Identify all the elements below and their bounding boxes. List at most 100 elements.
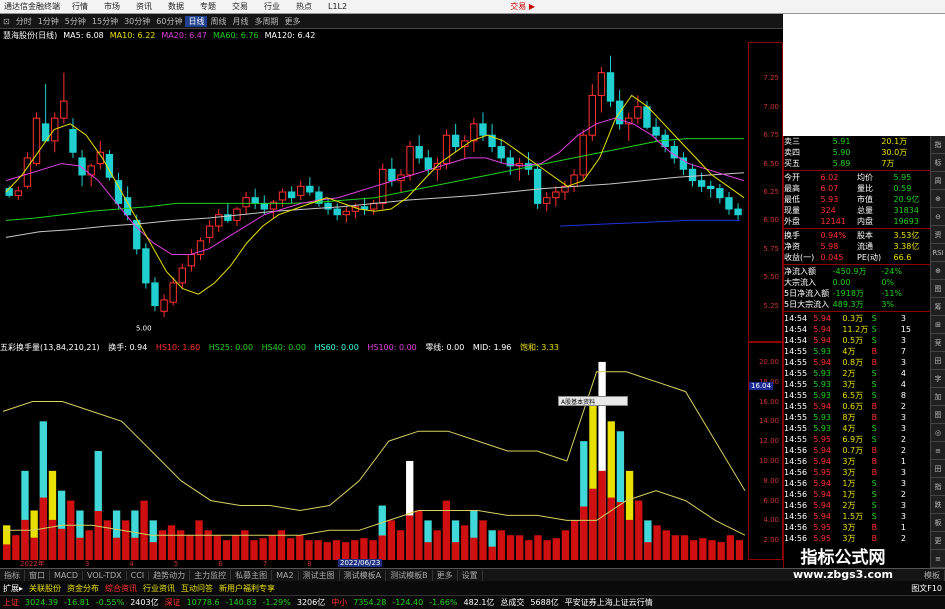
toolbar-tool-icon[interactable]: 资 bbox=[931, 226, 945, 244]
info-tab[interactable]: 综合资讯 bbox=[102, 583, 140, 594]
info-tab[interactable]: 扩展▸ bbox=[0, 583, 26, 594]
indicator-tab[interactable]: MA2 bbox=[272, 570, 299, 580]
menu-item[interactable]: 市场 bbox=[96, 1, 128, 12]
indicator-tab[interactable]: 模板 bbox=[920, 569, 945, 581]
ling-value: 零线: 0.00 bbox=[425, 343, 465, 352]
info-tab[interactable]: 互动问答 bbox=[178, 583, 216, 594]
menu-item[interactable]: 数据 bbox=[160, 1, 192, 12]
stat-row: 外盘 12141 内盘 19693 bbox=[784, 216, 930, 227]
info-tab[interactable]: 新用户福利专享 bbox=[216, 583, 278, 594]
period-tab[interactable]: 周线 bbox=[207, 16, 229, 27]
toolbar-tool-icon[interactable]: 田 bbox=[931, 460, 945, 478]
toolbar-tool-icon[interactable]: ◎ bbox=[931, 424, 945, 442]
menu-item[interactable]: 热点 bbox=[288, 1, 320, 12]
volume-bar-base bbox=[616, 502, 625, 560]
volume-bar-base bbox=[424, 542, 432, 560]
index-pct: -1.29% bbox=[262, 598, 291, 607]
toolbar-tool-icon[interactable]: 跌 bbox=[931, 496, 945, 514]
toolbar-tool-icon[interactable]: 加 bbox=[931, 388, 945, 406]
info-tab[interactable]: 行业资讯 bbox=[140, 583, 178, 594]
toolbar-tool-icon[interactable]: ⊕ bbox=[931, 262, 945, 280]
stat-row-cell: 66.6 bbox=[893, 253, 912, 262]
toolbar-tool-icon[interactable]: 指 bbox=[931, 478, 945, 496]
indicator-tab[interactable]: 指标 bbox=[0, 569, 25, 581]
toolbar-tool-icon[interactable]: 板 bbox=[931, 514, 945, 532]
toolbar-tool-icon[interactable]: ⊖ bbox=[931, 208, 945, 226]
toolbar-tool-icon[interactable]: 田 bbox=[931, 352, 945, 370]
tick-row-cell: 14:55 bbox=[784, 435, 808, 444]
tick-row-cell: 4万 bbox=[842, 347, 856, 356]
indicator-tab[interactable]: 测试模板A bbox=[340, 569, 387, 581]
indicator-tab[interactable]: 私募主图 bbox=[231, 569, 273, 581]
tick-row-cell: B bbox=[871, 413, 878, 422]
menu-item[interactable]: 交易 bbox=[224, 1, 256, 12]
period-tab-active[interactable]: 日线 bbox=[185, 15, 208, 27]
indicator-tab[interactable]: 趋势动力 bbox=[149, 569, 191, 581]
indicator-tab[interactable]: MACD bbox=[50, 570, 83, 580]
indicator-tab[interactable]: 设置 bbox=[458, 569, 483, 581]
stat-row-cell: 324 bbox=[820, 206, 836, 215]
menu-item[interactable]: 行情 bbox=[64, 1, 96, 12]
index-name[interactable]: 中小 bbox=[328, 597, 350, 608]
volume-bar bbox=[635, 500, 643, 560]
total-label: 总成交 bbox=[500, 598, 525, 607]
toolbar-tool-icon[interactable]: ≡ bbox=[931, 550, 945, 568]
period-tab[interactable]: 60分钟 bbox=[153, 16, 185, 27]
stock-info-popup[interactable]: A股基本资料 bbox=[558, 396, 628, 406]
date-label: 5 bbox=[173, 560, 179, 568]
period-tab[interactable]: 多周期 bbox=[251, 16, 281, 27]
menu-item[interactable]: 专题 bbox=[192, 1, 224, 12]
grid-icon[interactable]: ⊡ bbox=[0, 17, 13, 26]
indicator-tab[interactable]: 测试主图 bbox=[299, 569, 340, 581]
index-name[interactable]: 上证 bbox=[0, 597, 22, 608]
index-value: 7354.28 bbox=[353, 598, 387, 607]
tick-row-cell: 14:55 bbox=[784, 380, 808, 389]
tick-row-cell: S bbox=[871, 391, 877, 400]
period-tab[interactable]: 更多 bbox=[281, 16, 303, 27]
info-tab[interactable]: 关联股份 bbox=[26, 583, 64, 594]
indicator-tab[interactable]: 主力监控 bbox=[190, 569, 232, 581]
indicator-tab[interactable]: CCI bbox=[127, 570, 150, 580]
tick-row-cell: 14:56 bbox=[784, 523, 808, 532]
toolbar-tool-icon[interactable]: RSI bbox=[931, 244, 945, 262]
menu-item[interactable]: L1L2 bbox=[320, 2, 355, 11]
period-tab[interactable]: 1分钟 bbox=[35, 16, 62, 27]
candlestick-chart[interactable]: 5.00 bbox=[0, 42, 748, 342]
menu-item[interactable]: 资讯 bbox=[128, 1, 160, 12]
stat-row-cell: 19693 bbox=[893, 217, 919, 226]
index-name[interactable]: 深证 bbox=[162, 597, 184, 608]
toolbar-tool-icon[interactable]: 竞 bbox=[931, 334, 945, 352]
toolbar-tool-icon[interactable]: ≡ bbox=[931, 442, 945, 460]
toolbar-tool-icon[interactable]: ⊕ bbox=[931, 190, 945, 208]
toolbar-tool-icon[interactable]: 更 bbox=[931, 532, 945, 550]
indicator-tab[interactable]: 窗口 bbox=[25, 569, 50, 581]
period-tab[interactable]: 5分钟 bbox=[62, 16, 89, 27]
indicator-tab[interactable]: VOL-TDX bbox=[83, 570, 127, 580]
tick-row-cell: 14:54 bbox=[784, 325, 808, 334]
period-tab[interactable]: 30分钟 bbox=[121, 16, 153, 27]
toolbar-tool-icon[interactable]: 周 bbox=[931, 172, 945, 190]
period-tab[interactable]: 分时 bbox=[13, 16, 35, 27]
news-ticker[interactable]: 平安证券上海上证云行情 bbox=[562, 597, 656, 608]
index-amount: 3206亿 bbox=[296, 598, 326, 607]
indicator-tab[interactable]: 测试模板B bbox=[386, 569, 433, 581]
volume-chart[interactable] bbox=[0, 352, 748, 560]
candle-body bbox=[497, 146, 505, 159]
order-book-row-cell: 卖三 bbox=[784, 137, 800, 146]
toolbar-tool-icon[interactable]: 标 bbox=[931, 154, 945, 172]
toolbar-tool-icon[interactable]: 指 bbox=[931, 136, 945, 154]
period-tab[interactable]: 15分钟 bbox=[89, 16, 121, 27]
period-tab[interactable]: 月线 bbox=[229, 16, 251, 27]
menu-item[interactable]: 行业 bbox=[256, 1, 288, 12]
toolbar-tool-icon[interactable]: 筹 bbox=[931, 298, 945, 316]
volume-bar-base bbox=[644, 542, 652, 560]
trade-menu[interactable]: 交易 ▶ bbox=[510, 1, 535, 12]
toolbar-tool-icon[interactable]: 图 bbox=[931, 406, 945, 424]
tick-row-cell: 5.94 bbox=[813, 512, 832, 521]
toolbar-tool-icon[interactable]: 字 bbox=[931, 370, 945, 388]
toolbar-tool-icon[interactable]: ⊞ bbox=[931, 316, 945, 334]
info-tab[interactable]: 资金分布 bbox=[64, 583, 102, 594]
tick-row-cell: 2万 bbox=[842, 369, 856, 378]
indicator-tab[interactable]: 更多 bbox=[433, 569, 458, 581]
toolbar-tool-icon[interactable]: 图 bbox=[931, 280, 945, 298]
